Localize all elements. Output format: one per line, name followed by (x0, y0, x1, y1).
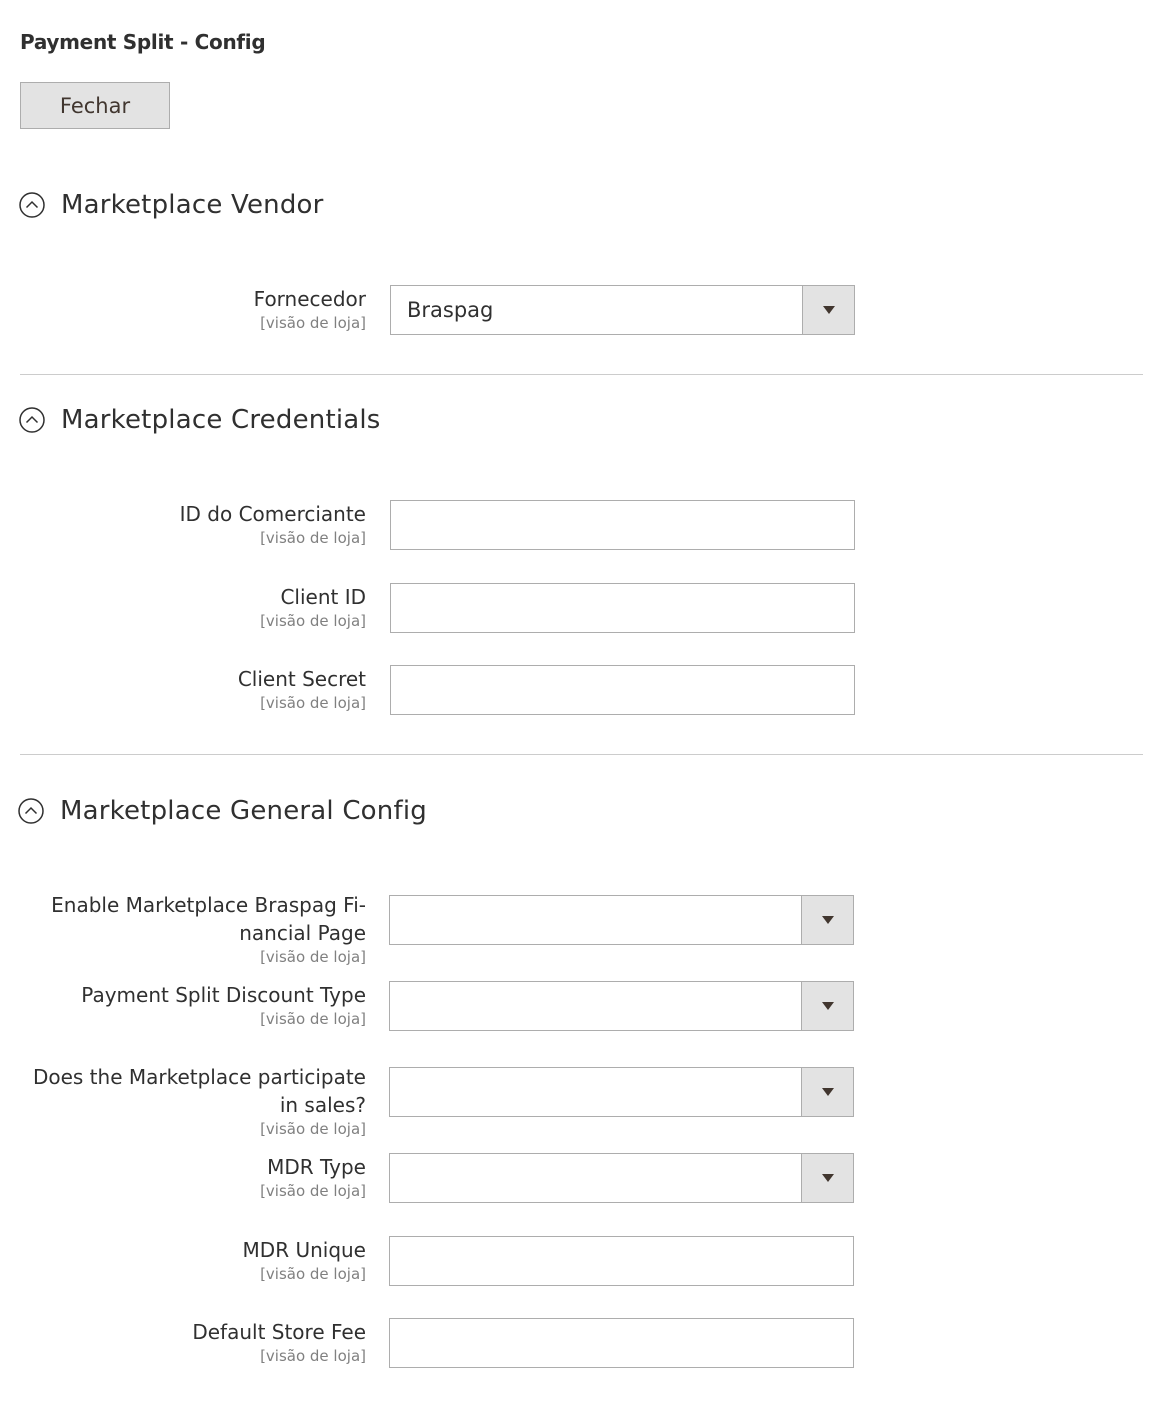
mdr-unique-input[interactable] (389, 1236, 854, 1286)
field-label: Client Secret (237, 667, 366, 691)
scope-label: [visão de loja] (260, 948, 366, 966)
field-label: MDR Unique (242, 1238, 366, 1262)
chevron-up-circle-icon (19, 407, 45, 433)
field-label-group: Enable Marketplace Braspag Fi- nancial P… (16, 891, 366, 967)
triangle-down-icon (821, 916, 834, 924)
section-divider (20, 374, 1143, 375)
dropdown-button[interactable] (802, 286, 854, 334)
field-label-group: Payment Split Discount Type [visão de lo… (16, 981, 366, 1029)
triangle-down-icon (821, 1088, 834, 1096)
dropdown-button[interactable] (801, 1154, 853, 1202)
field-label: Client ID (280, 585, 366, 609)
default-store-fee-input[interactable] (389, 1318, 854, 1368)
scope-label: [visão de loja] (260, 529, 366, 547)
scope-label: [visão de loja] (260, 1347, 366, 1365)
field-label: Fornecedor (253, 287, 366, 311)
section-title: Marketplace Credentials (61, 405, 381, 435)
select-value: Braspag (407, 298, 494, 322)
field-label: Payment Split Discount Type (81, 983, 366, 1007)
field-label: Default Store Fee (192, 1320, 366, 1344)
scope-label: [visão de loja] (260, 314, 366, 332)
scope-label: [visão de loja] (260, 612, 366, 630)
field-label-group: Client ID [visão de loja] (16, 583, 366, 631)
dropdown-button[interactable] (801, 1068, 853, 1116)
section-title: Marketplace General Config (60, 796, 427, 826)
field-label-group: Default Store Fee [visão de loja] (16, 1318, 366, 1366)
chevron-up-circle-icon (18, 798, 44, 824)
financial-page-select[interactable] (389, 895, 854, 945)
field-label: MDR Type (267, 1155, 366, 1179)
field-label-group: MDR Type [visão de loja] (16, 1153, 366, 1201)
field-label: ID do Comerciante (179, 502, 366, 526)
close-button[interactable]: Fechar (20, 82, 170, 129)
participate-select[interactable] (389, 1067, 854, 1117)
scope-label: [visão de loja] (260, 694, 366, 712)
fornecedor-select[interactable]: Braspag (390, 285, 855, 335)
field-label-line1: Enable Marketplace Braspag Fi- (51, 893, 366, 917)
dropdown-button[interactable] (801, 896, 853, 944)
scope-label: [visão de loja] (260, 1010, 366, 1028)
field-label-group: Fornecedor [visão de loja] (16, 285, 366, 333)
section-header-credentials[interactable]: Marketplace Credentials (19, 405, 381, 435)
triangle-down-icon (821, 1002, 834, 1010)
mdr-type-select[interactable] (389, 1153, 854, 1203)
field-label-group: Client Secret [visão de loja] (16, 665, 366, 713)
dropdown-button[interactable] (801, 982, 853, 1030)
page-title: Payment Split - Config (20, 30, 266, 54)
client-secret-input[interactable] (390, 665, 855, 715)
field-label-group: ID do Comerciante [visão de loja] (16, 500, 366, 548)
section-header-general[interactable]: Marketplace General Config (18, 796, 427, 826)
scope-label: [visão de loja] (260, 1120, 366, 1138)
merchant-id-input[interactable] (390, 500, 855, 550)
client-id-input[interactable] (390, 583, 855, 633)
section-divider (20, 754, 1143, 755)
triangle-down-icon (821, 1174, 834, 1182)
scope-label: [visão de loja] (260, 1182, 366, 1200)
scope-label: [visão de loja] (260, 1265, 366, 1283)
field-label-line2: in sales? (279, 1093, 366, 1117)
chevron-up-circle-icon (19, 192, 45, 218)
field-label-line2: nancial Page (239, 921, 366, 945)
section-header-vendor[interactable]: Marketplace Vendor (19, 190, 324, 220)
field-label-line1: Does the Marketplace participate (32, 1065, 366, 1089)
discount-type-select[interactable] (389, 981, 854, 1031)
field-label-group: MDR Unique [visão de loja] (16, 1236, 366, 1284)
section-title: Marketplace Vendor (61, 190, 324, 220)
triangle-down-icon (822, 306, 835, 314)
field-label-group: Does the Marketplace participate in sale… (16, 1063, 366, 1139)
